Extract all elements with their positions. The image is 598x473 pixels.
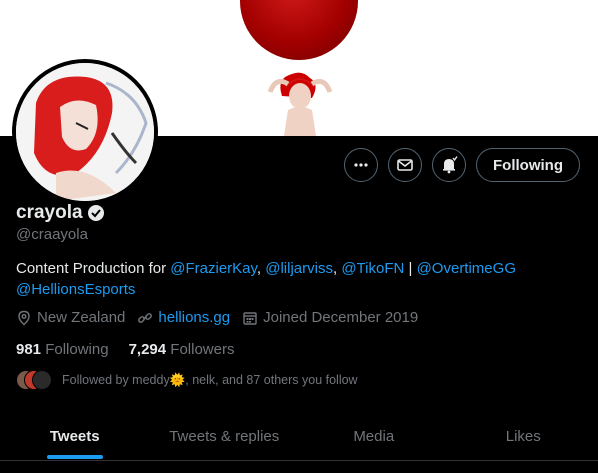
joined-item: Joined December 2019 [242, 309, 418, 326]
following-label: Following [45, 341, 109, 358]
link-icon [138, 312, 153, 323]
bio-mention-link[interactable]: @OvertimeGG [417, 260, 516, 277]
profile-bio: Content Production for @FrazierKay, @lil… [16, 258, 576, 300]
following-count-link[interactable]: 981 Following [16, 341, 109, 358]
bio-separator: , [256, 260, 266, 277]
mutual-avatar [32, 370, 52, 390]
bio-prefix: Content Production for [16, 260, 171, 277]
tab-media[interactable]: Media [299, 411, 449, 461]
tab-tweets[interactable]: Tweets [0, 411, 150, 461]
tabs-divider [0, 460, 598, 461]
profile-tabs: Tweets Tweets & replies Media Likes [0, 411, 598, 461]
more-icon [354, 163, 368, 167]
follow-counts: 981 Following 7,294 Followers [16, 341, 234, 358]
location-item: New Zealand [16, 309, 125, 326]
followed-by-row[interactable]: Followed by meddy🌞, nelk, and 87 others … [16, 370, 358, 390]
calendar-icon [243, 311, 257, 325]
joined-text: Joined December 2019 [263, 309, 419, 326]
mutual-avatars [16, 370, 52, 390]
banner-figure-graphic [267, 72, 333, 136]
notification-bell-icon [443, 156, 458, 174]
followed-by-text: Followed by meddy🌞, nelk, and 87 others … [62, 372, 358, 387]
bio-mention-link[interactable]: @liljarviss [265, 260, 333, 277]
notifications-button[interactable] [432, 148, 467, 182]
location-icon [18, 310, 30, 325]
profile-avatar[interactable] [12, 59, 158, 205]
more-button[interactable] [344, 148, 379, 182]
followers-count-link[interactable]: 7,294 Followers [129, 341, 235, 358]
display-name: crayola [16, 202, 83, 223]
active-tab-indicator [46, 455, 103, 459]
location-text: New Zealand [37, 309, 126, 326]
profile-actions: Following [344, 148, 580, 182]
bio-separator: | [404, 260, 417, 277]
avatar-image [16, 63, 154, 201]
bio-mention-link[interactable]: @HellionsEsports [16, 281, 135, 298]
website-link[interactable]: hellions.gg [158, 309, 230, 326]
message-button[interactable] [388, 148, 423, 182]
bio-mention-link[interactable]: @FrazierKay [170, 260, 257, 277]
following-count: 981 [16, 341, 42, 358]
tab-label: Media [353, 427, 395, 445]
followers-count: 7,294 [128, 341, 167, 358]
tab-label: Tweets & replies [169, 427, 280, 445]
tab-label: Likes [505, 427, 541, 445]
profile-meta: New Zealand hellions.gg Joined December … [16, 309, 418, 326]
tab-likes[interactable]: Likes [449, 411, 598, 461]
bio-mention-link[interactable]: @TikoFN [341, 260, 404, 277]
verified-badge-icon[interactable] [87, 204, 105, 222]
following-button[interactable]: Following [476, 148, 580, 182]
banner-moon-graphic [240, 0, 358, 60]
followers-label: Followers [170, 341, 235, 358]
tab-tweets-replies[interactable]: Tweets & replies [150, 411, 300, 461]
display-name-row: crayola [16, 202, 105, 224]
tab-label: Tweets [49, 427, 100, 445]
profile-handle: @craayola [16, 226, 88, 243]
message-icon [397, 159, 413, 171]
website-item: hellions.gg [137, 309, 230, 326]
